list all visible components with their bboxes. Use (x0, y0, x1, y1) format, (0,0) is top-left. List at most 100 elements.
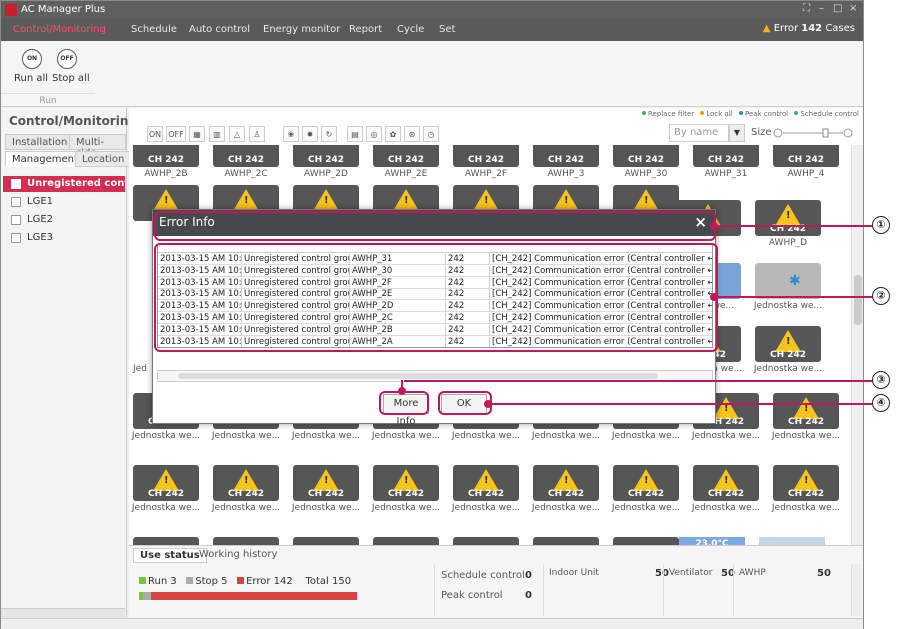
scroll-thumb[interactable] (854, 275, 862, 325)
schedule-icon[interactable]: ▦ (189, 126, 205, 142)
callout-line (404, 380, 872, 382)
legend-replace-filter: Replace filter (647, 110, 695, 118)
eco-icon[interactable]: ⊛ (404, 126, 420, 142)
unit-tile[interactable] (533, 537, 599, 545)
error-cases-link[interactable]: ▲ Error 142 Cases (763, 23, 855, 34)
menu-report[interactable]: Report (349, 24, 382, 35)
unit-tile[interactable]: CH 242 AWHP_2B (133, 145, 199, 183)
unit-code: CH 242 (147, 489, 185, 499)
unit-name: Jednostka we... (691, 503, 761, 513)
unit-tile[interactable]: CH 242 AWHP_2E (373, 145, 439, 183)
menu-energy-monitor[interactable]: Energy monitor (263, 24, 340, 35)
group-checkbox[interactable] (11, 197, 21, 207)
ventilation-icon[interactable]: ◎ (366, 126, 382, 142)
group-checkbox[interactable] (11, 215, 21, 225)
sidebar: Control/Monitoring Installation Multi-si… (1, 108, 137, 618)
sidebar-scrollbar[interactable] (1, 608, 125, 618)
unit-tile[interactable]: !CH 242Jednostka we... (452, 465, 520, 517)
chevron-down-icon[interactable]: ▼ (729, 124, 745, 142)
setting-icon[interactable]: ✿ (385, 126, 401, 142)
minimize-icon[interactable]: – (819, 3, 824, 14)
unit-code: CH 242 (387, 155, 425, 165)
on-icon[interactable]: ON (147, 126, 163, 142)
group-lge3[interactable]: LGE3 (3, 230, 53, 246)
fan-icon[interactable]: ❀ (283, 126, 299, 142)
unit-tile[interactable]: CH 242 AWHP_31 (693, 145, 759, 183)
menu-schedule[interactable]: Schedule (131, 24, 177, 35)
unit-code: CH 242 (467, 155, 505, 165)
unit-tile[interactable]: !CH 242Jednostka we... (212, 465, 280, 517)
unit-tile[interactable]: !CH 242Jednostka we... (372, 465, 440, 517)
unit-tile[interactable] (453, 537, 519, 545)
mode-icon[interactable]: ✹ (302, 126, 318, 142)
tab-location[interactable]: Location (75, 151, 132, 167)
unit-tile[interactable]: !CH 242Jednostka we... (532, 465, 600, 517)
tile-box: !CH 242 (453, 465, 519, 501)
tab-management[interactable]: Management (5, 151, 85, 167)
unit-tile[interactable]: CH 242 AWHP_2D (293, 145, 359, 183)
scroll-thumb[interactable] (178, 373, 658, 379)
power-on-icon[interactable]: ON (22, 49, 42, 69)
warning-mark: ! (786, 210, 791, 221)
menu-cycle[interactable]: Cycle (397, 24, 424, 35)
swing-icon[interactable]: ↻ (321, 126, 337, 142)
unit-tile[interactable]: CH 242 AWHP_2C (213, 145, 279, 183)
power-off-icon[interactable]: OFF (57, 49, 77, 69)
horizontal-scrollbar[interactable] (1, 618, 863, 629)
unit-tile[interactable] (613, 537, 679, 545)
off-icon[interactable]: OFF (166, 126, 186, 142)
size-slider[interactable] (773, 128, 853, 138)
group-checkbox[interactable] (11, 179, 21, 189)
unit-name: AWHP_4 (787, 169, 825, 179)
unit-tile[interactable] (213, 537, 279, 545)
unit-code: CH 242 (467, 489, 505, 499)
tab-installation[interactable]: Installation (5, 134, 75, 150)
group-lge2[interactable]: LGE2 (3, 212, 53, 228)
unit-tile[interactable]: ✱ Jednostka we... (754, 263, 822, 315)
unit-tile[interactable]: !CH 242Jednostka we... (132, 465, 200, 517)
grid-scrollbar[interactable] (851, 145, 863, 545)
unit-tile[interactable]: CH 242 AWHP_2F (453, 145, 519, 183)
alert-icon[interactable]: △ (229, 126, 245, 142)
timer-icon[interactable]: ◷ (423, 126, 439, 142)
tile-box: !CH 242 (613, 465, 679, 501)
unit-tile[interactable] (293, 537, 359, 545)
menu-control-monitoring[interactable]: Control/Monitoring (13, 24, 106, 35)
tab-multi-side[interactable]: Multi-side (69, 134, 126, 159)
peak-control-value: 0 (525, 590, 532, 601)
fullscreen-icon[interactable]: ⛶ (803, 3, 810, 14)
user-icon[interactable]: ♙ (249, 126, 265, 142)
group-unregistered[interactable]: Unregistered control g (3, 176, 125, 192)
control-icon-bar: ON OFF ▦ ▥ △ ♙ ❀ ✹ ↻ ▤ ◎ ✿ ⊛ ◷ By name ▼… (139, 124, 857, 144)
maximize-icon[interactable]: □ (833, 3, 842, 14)
sidebar-title: Control/Monitoring (9, 114, 137, 128)
filter-icon[interactable]: ▤ (347, 126, 363, 142)
warning-mark: ! (644, 195, 649, 206)
tile-box: !CH 242 (755, 200, 821, 236)
unit-tile[interactable]: !CH 242Jednostka we... (692, 465, 760, 517)
unit-code: CH 242 (547, 155, 585, 165)
unit-tile[interactable]: CH 242 AWHP_30 (613, 145, 679, 183)
unit-tile[interactable]: !CH 242Jednostka we... (772, 465, 840, 517)
unit-tile[interactable]: !CH 242Jednostka we... (612, 465, 680, 517)
unit-tile[interactable] (133, 537, 199, 545)
stop-all-button[interactable]: Stop all (52, 73, 90, 84)
unit-tile[interactable]: !CH 242Jednostka we... (292, 465, 360, 517)
unit-tile[interactable]: CH 242 AWHP_4 (773, 145, 839, 183)
unit-tile[interactable]: ! CH 242 Jednostka we... (754, 326, 822, 378)
group-lge1[interactable]: LGE1 (3, 194, 53, 210)
unit-tile[interactable] (373, 537, 439, 545)
menu-auto-control[interactable]: Auto control (189, 24, 250, 35)
close-window-icon[interactable]: × (849, 3, 857, 14)
chart-icon[interactable]: ▥ (209, 126, 225, 142)
run-all-button[interactable]: Run all (14, 73, 48, 84)
unit-code: CH 242 (307, 489, 345, 499)
status-scrollbar[interactable] (851, 564, 861, 616)
sort-select[interactable]: By name (669, 124, 729, 142)
group-checkbox[interactable] (11, 233, 21, 243)
menu-set[interactable]: Set (439, 24, 455, 35)
unit-tile[interactable]: CH 242 AWHP_3 (533, 145, 599, 183)
temperature-display: 23.0°C (679, 537, 745, 545)
unit-tile[interactable]: !CH 242Jednostka we... (772, 393, 840, 445)
tab-working-history[interactable]: Working history (193, 548, 283, 561)
